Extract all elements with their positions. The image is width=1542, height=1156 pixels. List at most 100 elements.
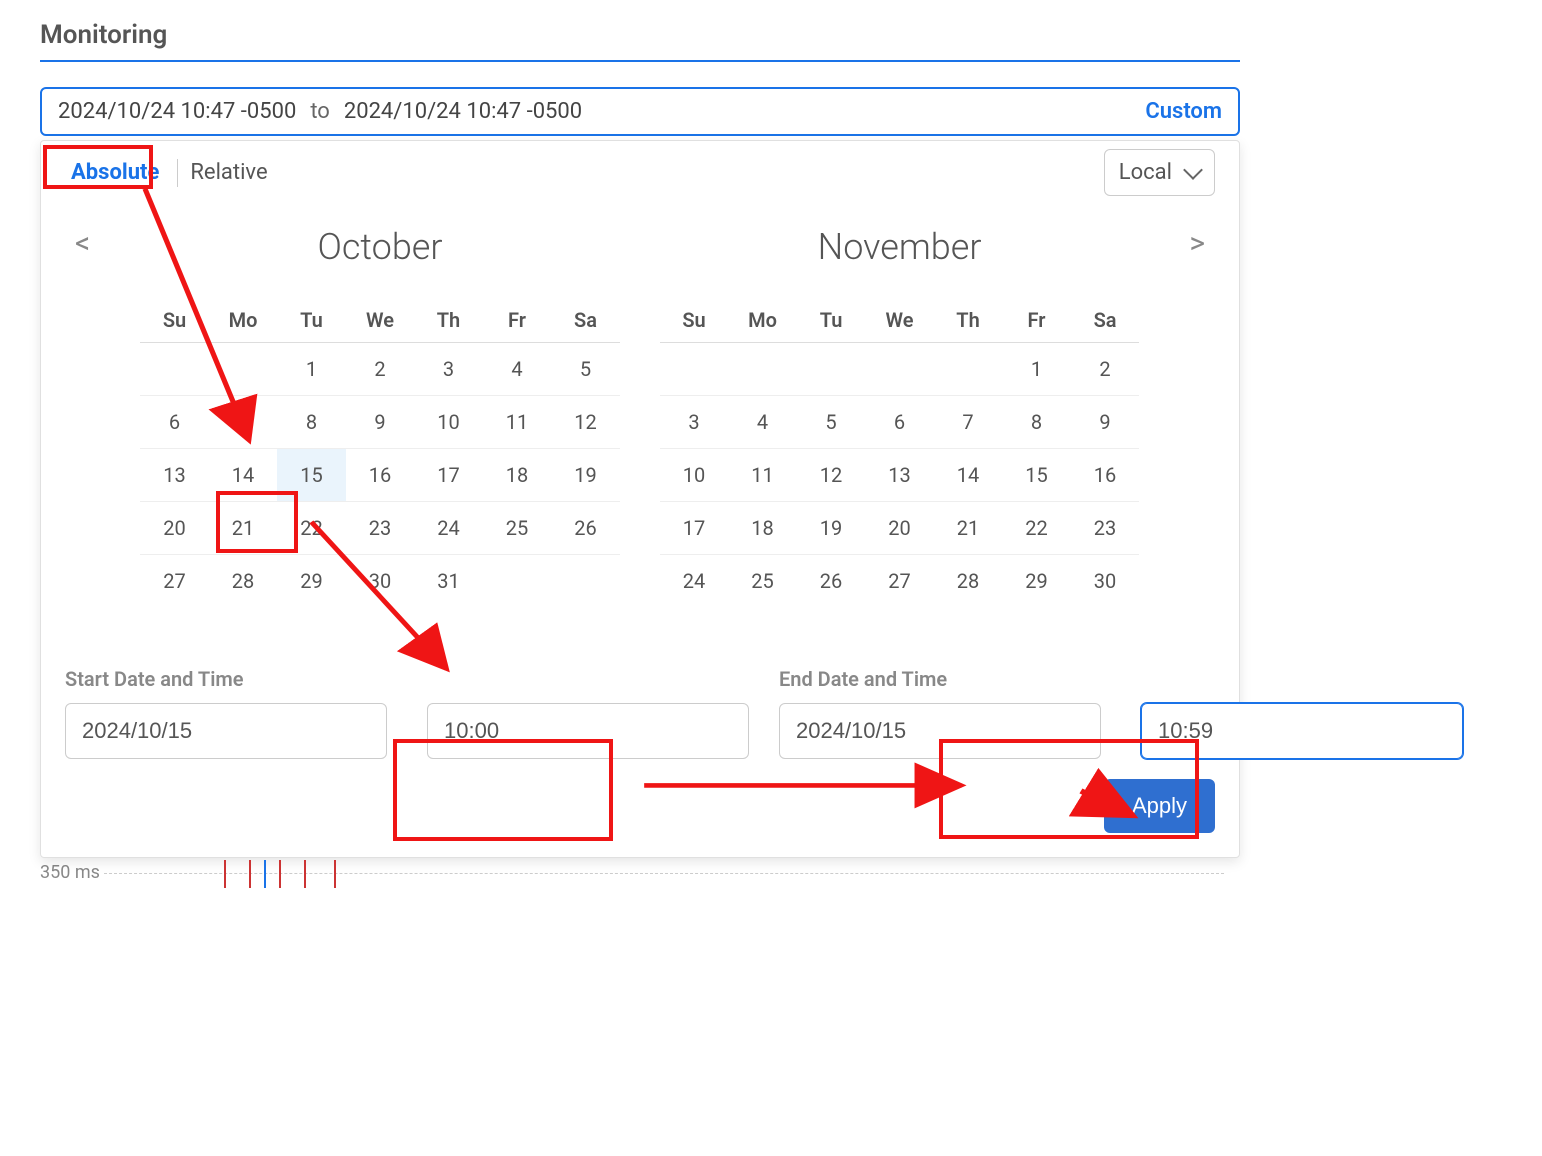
calendar-dow: Th xyxy=(934,298,1003,343)
calendar-day[interactable]: 22 xyxy=(1002,502,1071,555)
calendar-day[interactable]: 7 xyxy=(934,396,1003,449)
tab-absolute[interactable]: Absolute xyxy=(65,158,165,187)
calendar-day[interactable]: 21 xyxy=(209,502,278,555)
picker-tabs: Absolute Relative xyxy=(65,158,268,187)
calendar-day[interactable]: 17 xyxy=(660,502,729,555)
calendar-dow: Tu xyxy=(797,298,866,343)
calendar-day[interactable]: 7 xyxy=(209,396,278,449)
chart-axis-fragment: 350 ms xyxy=(40,862,1240,883)
calendar-day[interactable]: 1 xyxy=(1002,343,1071,396)
calendar-grid-left[interactable]: SuMoTuWeThFrSa12345678910111213141516171… xyxy=(140,298,620,607)
calendar-day[interactable]: 20 xyxy=(865,502,934,555)
axis-label: 350 ms xyxy=(40,862,100,883)
tab-divider xyxy=(177,159,178,187)
calendar-day[interactable]: 28 xyxy=(934,555,1003,608)
calendar-day[interactable]: 30 xyxy=(346,555,415,608)
calendar-day[interactable]: 27 xyxy=(140,555,209,608)
calendar-day[interactable]: 6 xyxy=(865,396,934,449)
start-date-input[interactable] xyxy=(65,703,387,759)
calendar-day[interactable]: 23 xyxy=(346,502,415,555)
calendar-dow: Th xyxy=(414,298,483,343)
calendar-day[interactable]: 20 xyxy=(140,502,209,555)
calendar-day[interactable]: 24 xyxy=(660,555,729,608)
calendar-day[interactable]: 12 xyxy=(551,396,620,449)
calendar-dow: We xyxy=(346,298,415,343)
calendar-day[interactable]: 9 xyxy=(1071,396,1140,449)
calendar-day[interactable]: 5 xyxy=(551,343,620,396)
calendar-day[interactable]: 10 xyxy=(414,396,483,449)
calendar-day[interactable]: 3 xyxy=(414,343,483,396)
calendar-day[interactable]: 3 xyxy=(660,396,729,449)
next-month-button[interactable]: > xyxy=(1179,226,1215,261)
timezone-select[interactable]: Local xyxy=(1104,149,1215,196)
calendar-day[interactable]: 14 xyxy=(209,449,278,502)
calendar-day[interactable]: 15 xyxy=(1002,449,1071,502)
calendar-dow: Fr xyxy=(483,298,552,343)
calendar-day[interactable]: 8 xyxy=(277,396,346,449)
calendar-day[interactable]: 26 xyxy=(797,555,866,608)
calendar-grid-right[interactable]: SuMoTuWeThFrSa12345678910111213141516171… xyxy=(660,298,1140,607)
title-underline xyxy=(40,60,1240,62)
calendar-day[interactable]: 9 xyxy=(346,396,415,449)
calendar-day[interactable]: 28 xyxy=(209,555,278,608)
calendar-day[interactable]: 4 xyxy=(728,396,797,449)
calendar-day[interactable]: 13 xyxy=(865,449,934,502)
calendar-day[interactable]: 18 xyxy=(483,449,552,502)
calendar-day[interactable]: 11 xyxy=(728,449,797,502)
calendar-day[interactable]: 11 xyxy=(483,396,552,449)
range-mode-label[interactable]: Custom xyxy=(1145,99,1222,124)
calendar-day[interactable]: 12 xyxy=(797,449,866,502)
chevron-down-icon xyxy=(1183,160,1203,180)
tab-relative[interactable]: Relative xyxy=(190,160,267,185)
calendar-day[interactable]: 19 xyxy=(551,449,620,502)
date-range-input[interactable]: 2024/10/24 10:47 -0500 to 2024/10/24 10:… xyxy=(40,87,1240,136)
calendar-day[interactable]: 18 xyxy=(728,502,797,555)
calendar-day[interactable]: 19 xyxy=(797,502,866,555)
month-name-right: November xyxy=(660,226,1140,268)
calendar-day[interactable]: 23 xyxy=(1071,502,1140,555)
calendar-day[interactable]: 6 xyxy=(140,396,209,449)
calendar-day[interactable]: 27 xyxy=(865,555,934,608)
end-date-input[interactable] xyxy=(779,703,1101,759)
calendar-day[interactable]: 14 xyxy=(934,449,1003,502)
calendar-day[interactable]: 25 xyxy=(728,555,797,608)
calendar-day[interactable]: 1 xyxy=(277,343,346,396)
calendar-day[interactable]: 29 xyxy=(1002,555,1071,608)
calendar-day[interactable]: 24 xyxy=(414,502,483,555)
prev-month-button[interactable]: < xyxy=(65,226,100,261)
calendar-dow: Tu xyxy=(277,298,346,343)
calendar-day[interactable]: 5 xyxy=(797,396,866,449)
calendar-day[interactable]: 21 xyxy=(934,502,1003,555)
page-title: Monitoring xyxy=(40,20,1240,50)
calendar-day[interactable]: 2 xyxy=(1071,343,1140,396)
calendar-day[interactable]: 15 xyxy=(277,449,346,502)
calendar-day[interactable]: 31 xyxy=(414,555,483,608)
calendar-day[interactable]: 10 xyxy=(660,449,729,502)
calendar-day[interactable]: 16 xyxy=(1071,449,1140,502)
start-datetime-label: Start Date and Time xyxy=(65,667,749,691)
calendar-day[interactable]: 8 xyxy=(1002,396,1071,449)
calendar-day[interactable]: 2 xyxy=(346,343,415,396)
calendar-dow: We xyxy=(865,298,934,343)
date-picker-panel: Absolute Relative Local < October SuMoTu… xyxy=(40,140,1240,858)
range-from: 2024/10/24 10:47 -0500 xyxy=(58,99,296,124)
calendar-day[interactable]: 25 xyxy=(483,502,552,555)
range-separator: to xyxy=(310,99,330,124)
calendar-day[interactable]: 16 xyxy=(346,449,415,502)
apply-button[interactable]: Apply xyxy=(1104,779,1215,833)
month-name-left: October xyxy=(140,226,620,268)
calendar-day[interactable]: 29 xyxy=(277,555,346,608)
end-time-input[interactable] xyxy=(1141,703,1463,759)
calendar-day[interactable]: 4 xyxy=(483,343,552,396)
calendar-day[interactable]: 26 xyxy=(551,502,620,555)
calendar-day[interactable]: 17 xyxy=(414,449,483,502)
calendar-day[interactable]: 22 xyxy=(277,502,346,555)
calendar-day[interactable]: 13 xyxy=(140,449,209,502)
calendar-dow: Su xyxy=(660,298,729,343)
timezone-selected: Local xyxy=(1119,160,1172,185)
calendar-right: November SuMoTuWeThFrSa12345678910111213… xyxy=(660,226,1140,607)
calendar-left: October SuMoTuWeThFrSa123456789101112131… xyxy=(140,226,620,607)
calendar-day[interactable]: 30 xyxy=(1071,555,1140,608)
start-time-input[interactable] xyxy=(427,703,749,759)
calendar-dow: Sa xyxy=(551,298,620,343)
